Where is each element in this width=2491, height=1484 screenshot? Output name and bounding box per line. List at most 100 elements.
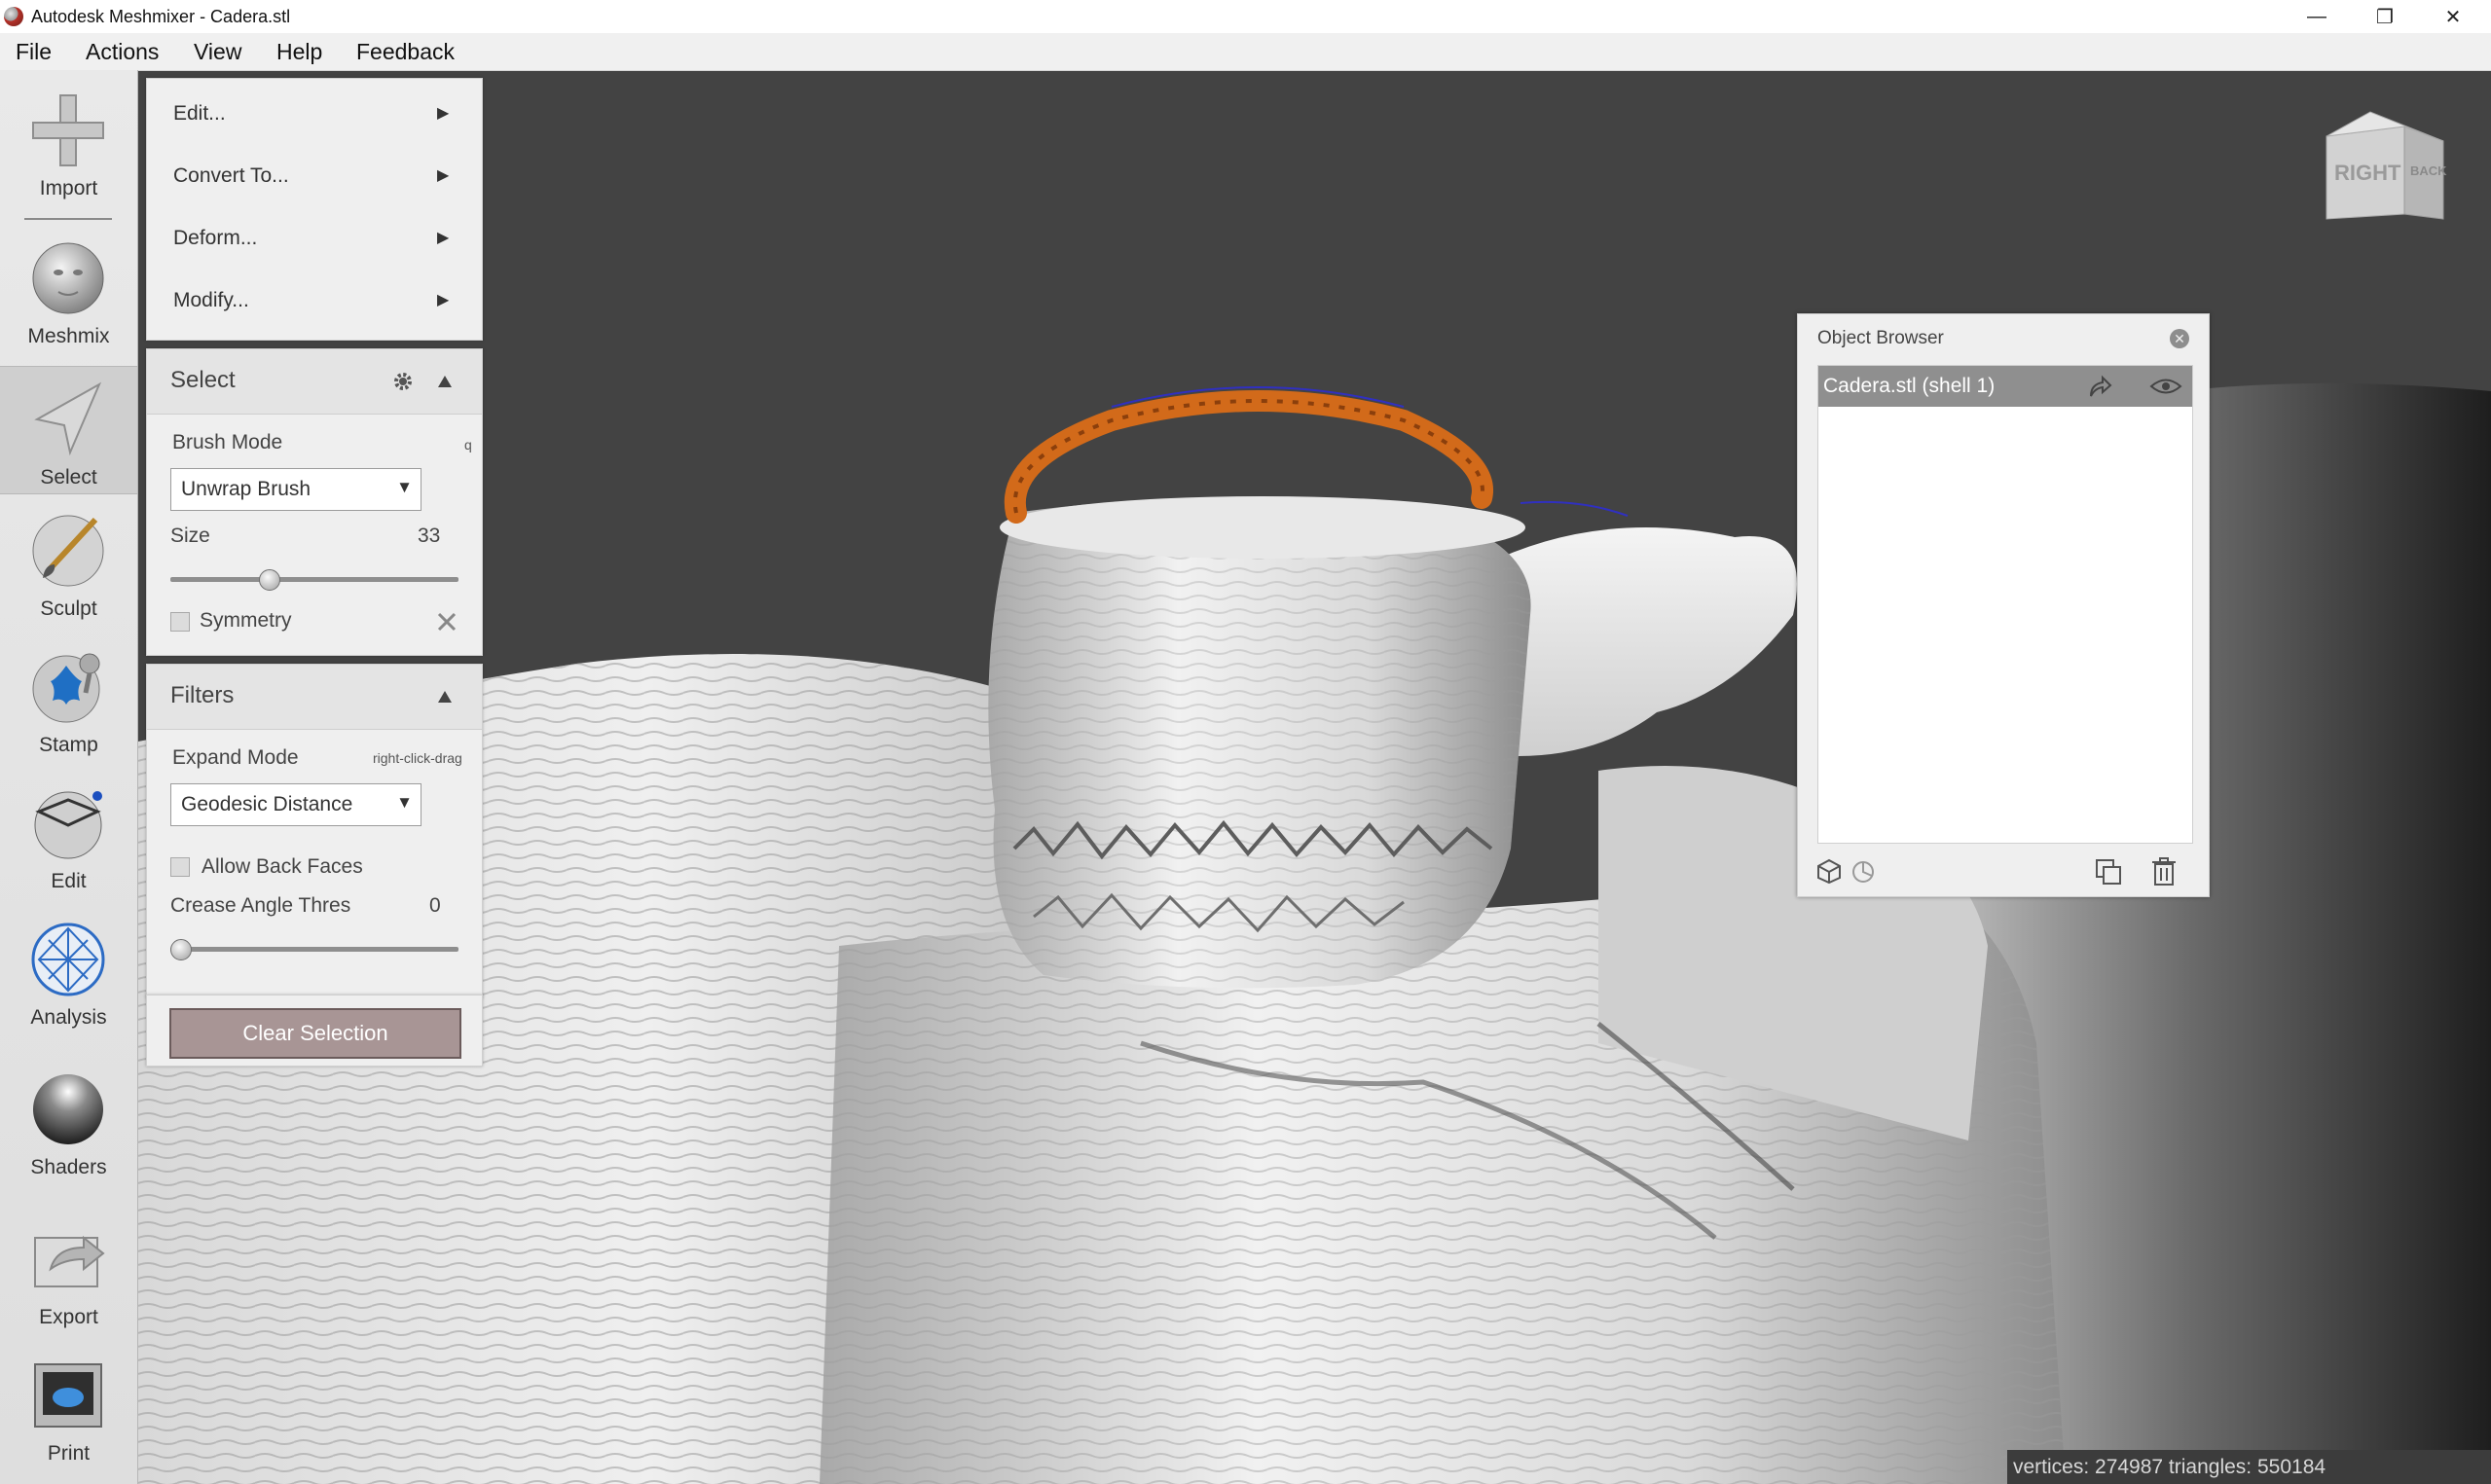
view-cube[interactable]: RIGHT BACK [2317,107,2463,234]
select-panel-title: Select [170,367,236,393]
allow-back-faces-checkbox[interactable] [170,857,190,877]
close-icon[interactable]: ✕ [2170,329,2189,348]
menu-view[interactable]: View [194,39,241,65]
collapse-icon[interactable] [437,375,453,388]
title-bar: Autodesk Meshmixer - Cadera.stl — ❐ ✕ [0,0,2491,33]
sculpt-brush-icon [32,515,104,587]
size-slider-track[interactable] [170,577,458,582]
size-label: Size [170,525,210,547]
crease-angle-slider-track[interactable] [170,947,458,952]
menu-file[interactable]: File [16,39,52,65]
select-label: Select [40,466,97,489]
symmetry-settings-icon[interactable] [435,610,458,633]
plus-icon [32,94,104,166]
collapse-icon[interactable] [437,690,453,704]
menu-actions[interactable]: Actions [86,39,159,65]
submenu-arrow-icon: ▶ [437,105,450,122]
meshmix-head-icon [32,242,104,314]
convert-to-submenu[interactable]: Convert To... ▶ [147,145,482,207]
printer-icon [34,1363,102,1428]
trash-icon[interactable] [2150,857,2178,887]
edit-submenu[interactable]: Edit... ▶ [147,83,482,145]
edit-label: Edit [51,870,87,892]
filters-panel-header[interactable]: Filters [147,665,482,730]
expand-mode-hint: right-click-drag [373,750,462,766]
convert-to-label: Convert To... [173,164,289,187]
shader-sphere-icon [33,1074,103,1144]
object-list: Cadera.stl (shell 1) [1817,365,2193,844]
status-bar: vertices: 274987 triangles: 550184 [2007,1450,2491,1484]
deform-submenu[interactable]: Deform... ▶ [147,207,482,270]
eye-icon[interactable] [2149,376,2182,397]
left-toolbar: Import Meshmix Select Sculpt Stamp Edit … [0,70,138,1484]
analysis-tool[interactable]: Analysis [0,907,137,1038]
symmetry-label: Symmetry [200,609,292,632]
shaders-tool[interactable]: Shaders [0,1057,137,1188]
sculpt-tool[interactable]: Sculpt [0,498,137,630]
pie-chart-icon[interactable] [1850,859,1876,885]
select-tool[interactable]: Select [0,366,137,494]
meshmix-tool[interactable]: Meshmix [0,226,137,357]
modify-submenu[interactable]: Modify... ▶ [147,270,482,332]
menu-feedback[interactable]: Feedback [356,39,455,65]
export-tool[interactable]: Export [0,1207,137,1338]
meshmixer-logo-icon [4,7,23,26]
link-icon[interactable] [2087,375,2114,400]
modify-label: Modify... [173,289,249,311]
stamp-tool[interactable]: Stamp [0,634,137,766]
crease-angle-slider-handle[interactable] [170,939,192,960]
select-panel-header[interactable]: Select [147,349,482,415]
export-icon [34,1235,105,1287]
allow-back-faces-label: Allow Back Faces [201,855,363,878]
object-name: Cadera.stl (shell 1) [1823,375,1996,397]
import-label: Import [39,177,98,199]
size-value: 33 [418,525,441,547]
view-cube-right-label: RIGHT [2334,161,2401,185]
brush-mode-dropdown[interactable]: Unwrap Brush ▼ [170,468,421,511]
print-tool[interactable]: Print [0,1343,137,1474]
submenu-arrow-icon: ▶ [437,230,450,246]
mesh-stats: vertices: 274987 triangles: 550184 [2013,1456,2326,1478]
duplicate-icon[interactable] [2094,857,2123,887]
select-arrow-icon [34,381,102,456]
analysis-icon [31,923,105,996]
submenu-arrow-icon: ▶ [437,167,450,184]
stamp-icon [32,653,100,723]
chevron-down-icon: ▼ [396,793,413,812]
view-cube-back-label: BACK [2410,163,2447,178]
import-tool[interactable]: Import [0,78,137,209]
edit-tool[interactable]: Edit [0,771,137,902]
size-slider-handle[interactable] [259,569,281,591]
menu-help[interactable]: Help [276,39,322,65]
expand-mode-dropdown[interactable]: Geodesic Distance ▼ [170,783,421,826]
object-list-item[interactable]: Cadera.stl (shell 1) [1818,366,2192,407]
clear-selection-button[interactable]: Clear Selection [169,1008,461,1059]
crease-angle-label: Crease Angle Thres [170,894,351,917]
brush-mode-label: Brush Mode [172,431,283,453]
menu-bar: File Actions View Help Feedback [0,33,2491,71]
gear-icon[interactable] [392,371,414,392]
cube-icon[interactable] [1815,857,1843,885]
edit-mesh-icon [34,791,102,859]
brush-mode-value: Unwrap Brush [181,478,311,500]
filters-panel-title: Filters [170,682,235,708]
submenu-arrow-icon: ▶ [437,292,450,308]
brush-mode-hotkey: q [464,437,472,452]
restore-button[interactable]: ❐ [2356,0,2414,33]
export-label: Export [39,1306,98,1328]
analysis-label: Analysis [30,1006,107,1029]
minimize-button[interactable]: — [2288,0,2346,33]
shaders-label: Shaders [30,1156,107,1178]
sculpt-label: Sculpt [40,597,97,620]
filters-panel: Filters Expand Mode right-click-drag Geo… [146,664,483,998]
select-actions-menu: Edit... ▶ Convert To... ▶ Deform... ▶ Mo… [146,78,483,341]
print-label: Print [47,1442,91,1465]
symmetry-checkbox[interactable] [170,612,190,632]
edit-submenu-label: Edit... [173,102,226,125]
close-window-button[interactable]: ✕ [2424,0,2482,33]
object-browser-panel: Object Browser ✕ Cadera.stl (shell 1) [1797,313,2210,897]
chevron-down-icon: ▼ [396,478,413,496]
expand-mode-value: Geodesic Distance [181,793,353,815]
window-title: Autodesk Meshmixer - Cadera.stl [31,7,291,26]
expand-mode-label: Expand Mode [172,746,299,769]
